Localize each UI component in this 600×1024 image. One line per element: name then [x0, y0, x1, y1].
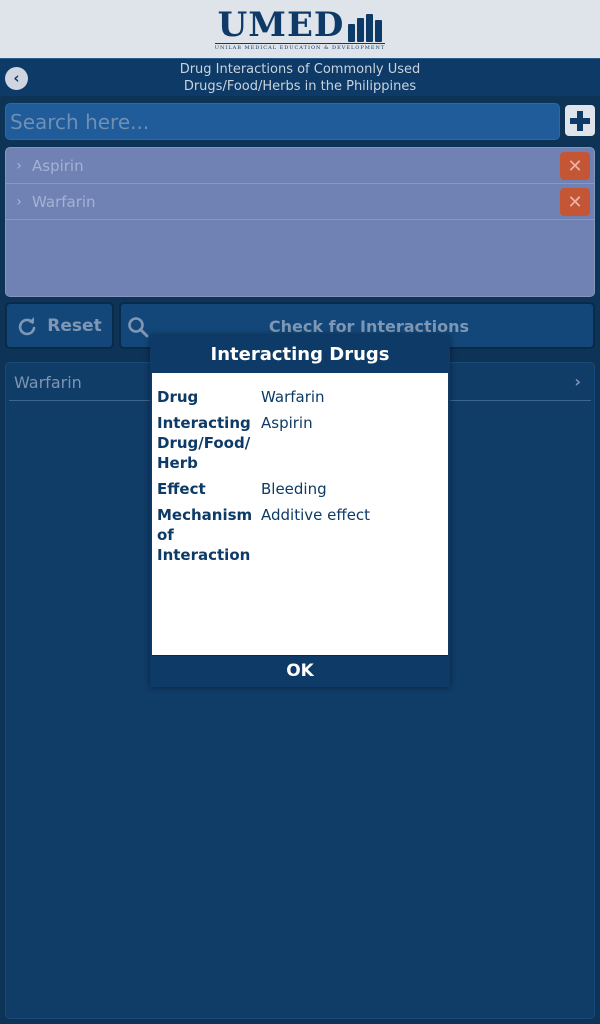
title-bar: ‹ Drug Interactions of Commonly Used Dru…	[0, 58, 600, 96]
dialog-row: Drug Warfarin	[152, 387, 448, 407]
close-icon: ✕	[567, 155, 583, 177]
selected-item-label: Aspirin	[32, 156, 84, 175]
chevron-right-icon: ›	[574, 372, 581, 391]
interacting-drugs-dialog: Interacting Drugs Drug Warfarin Interact…	[150, 335, 450, 687]
search-input[interactable]	[5, 103, 560, 140]
page-title: Drug Interactions of Commonly Used Drugs…	[40, 61, 560, 95]
dialog-row-key: Effect	[157, 480, 206, 498]
refresh-icon	[19, 316, 36, 335]
dialog-row: Mechanism of Interaction Additive effect	[152, 505, 448, 565]
books-icon	[348, 12, 383, 42]
plus-icon	[570, 110, 590, 131]
title-line-1: Drug Interactions of Commonly Used	[179, 62, 421, 77]
logo-subtitle: UNILAB MEDICAL EDUCATION & DEVELOPMENT	[214, 42, 386, 51]
logo-bar: UMED UNILAB MEDICAL EDUCATION & DEVELOPM…	[0, 0, 600, 58]
title-line-2: Drugs/Food/Herbs in the Philippines	[183, 79, 417, 94]
dialog-row-key: Interacting Drug/Food/ Herb	[157, 414, 251, 472]
dialog-row-value: Warfarin	[261, 388, 325, 406]
dialog-row-value: Additive effect	[261, 506, 371, 524]
dialog-row-value: Bleeding	[261, 480, 327, 498]
selected-item-label: Warfarin	[32, 192, 96, 211]
remove-button[interactable]: ✕	[560, 188, 590, 216]
close-icon: ✕	[567, 191, 583, 213]
add-drug-button[interactable]	[565, 105, 595, 136]
check-interactions-label: Check for Interactions	[268, 317, 470, 336]
selected-item[interactable]: › Warfarin ✕	[6, 184, 594, 220]
dialog-row-value: Aspirin	[261, 414, 313, 432]
chevron-left-icon: ‹	[13, 69, 20, 87]
selected-item[interactable]: › Aspirin ✕	[6, 148, 594, 184]
logo-text: UMED	[217, 4, 345, 45]
reset-label: Reset	[47, 315, 102, 336]
ok-button[interactable]: OK	[152, 655, 448, 685]
chevron-right-icon: ›	[16, 157, 22, 174]
chevron-right-icon: ›	[16, 193, 22, 210]
dialog-row-key: Drug	[157, 388, 199, 406]
back-button[interactable]: ‹	[5, 67, 28, 90]
dialog-row: Effect Bleeding	[152, 479, 448, 499]
dialog-body: Drug Warfarin Interacting Drug/Food/ Her…	[152, 373, 448, 655]
reset-button[interactable]: Reset	[5, 302, 114, 349]
remove-button[interactable]: ✕	[560, 152, 590, 180]
result-item-label: Warfarin	[14, 373, 82, 392]
dialog-row-key: Mechanism of Interaction	[157, 506, 253, 564]
umed-logo: UMED UNILAB MEDICAL EDUCATION & DEVELOPM…	[214, 2, 386, 56]
dialog-row: Interacting Drug/Food/ Herb Aspirin	[152, 413, 448, 473]
selected-drugs-list: › Aspirin ✕ › Warfarin ✕	[5, 147, 595, 297]
dialog-title: Interacting Drugs	[152, 337, 448, 373]
